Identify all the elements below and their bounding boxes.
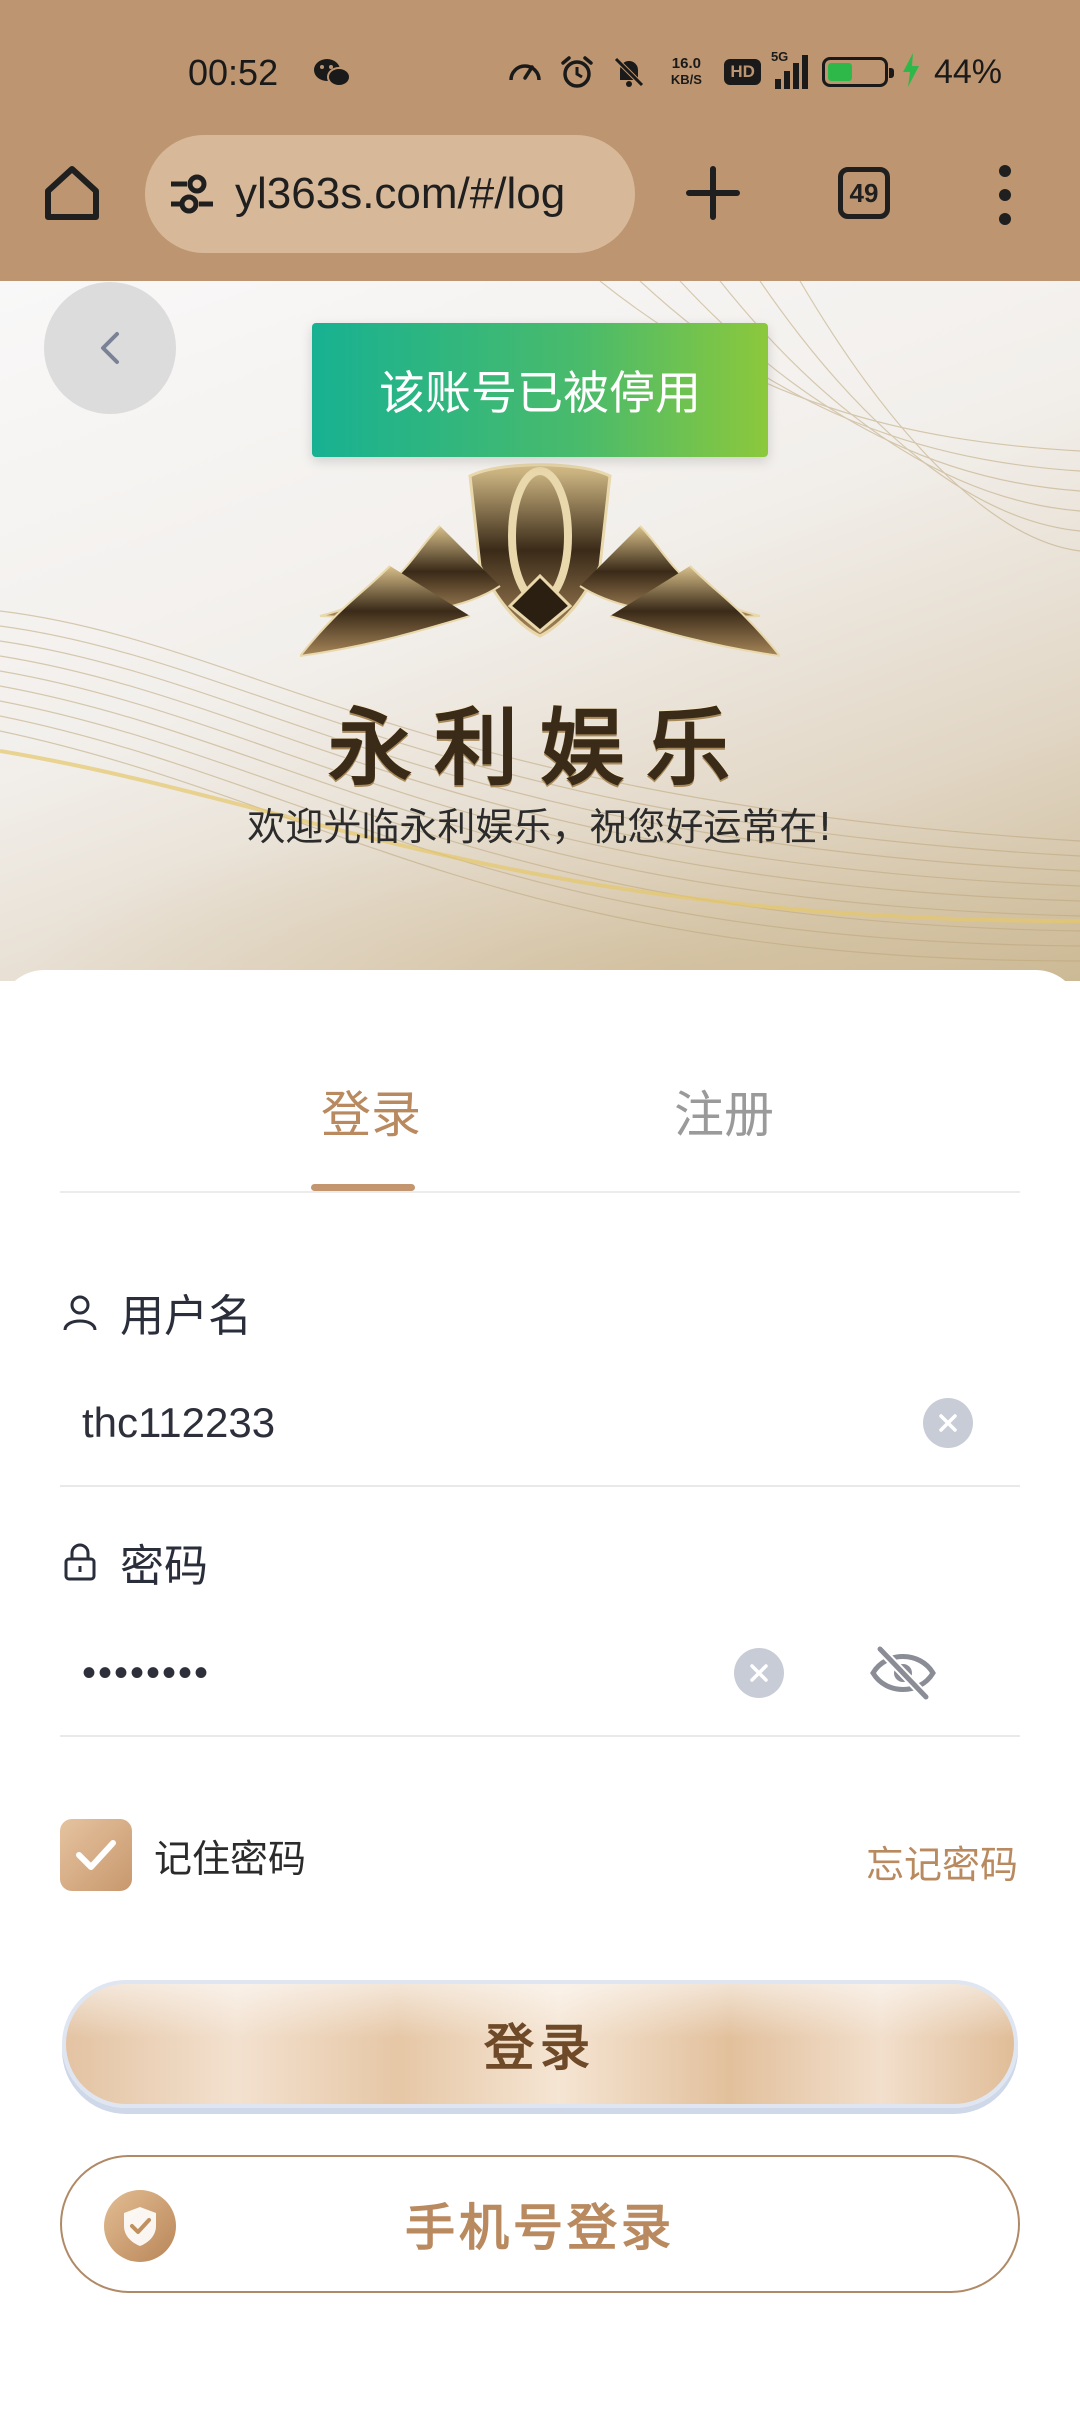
welcome-text: 欢迎光临永利娱乐，祝您好运常在!: [247, 805, 833, 849]
mute-bell-icon: [610, 53, 648, 91]
url-text[interactable]: yl363s.com/#/log: [235, 169, 565, 219]
signal-label: 5G: [770, 49, 789, 64]
tab-switcher-button[interactable]: 49: [838, 167, 890, 219]
tab-login[interactable]: 登录: [301, 1075, 441, 1147]
tab-register[interactable]: 注册: [654, 1075, 794, 1147]
wechat-icon: [312, 56, 352, 90]
remember-password-label[interactable]: 记住密码: [154, 1828, 306, 1883]
browser-chrome: 00:52 16.0 KB/S HD 5G 44% yl363s.com/#/l…: [0, 0, 1080, 281]
battery-percent: 44%: [933, 52, 1002, 91]
alarm-icon: [558, 53, 596, 91]
toggle-password-visibility-button[interactable]: [868, 1641, 938, 1705]
battery-fill: [827, 63, 852, 81]
password-label: 密码: [60, 1530, 208, 1594]
url-bar[interactable]: yl363s.com/#/log: [145, 135, 635, 253]
clear-password-button[interactable]: [734, 1648, 784, 1698]
battery-icon: [821, 57, 894, 87]
plus-icon: [686, 166, 740, 220]
eye-off-icon: [870, 1645, 936, 1701]
clear-username-button[interactable]: [923, 1398, 973, 1448]
toast-message: 该账号已被停用: [312, 323, 768, 457]
username-row: [60, 1367, 1020, 1487]
status-icons: 16.0 KB/S HD 5G 44%: [506, 49, 1002, 94]
browser-toolbar: yl363s.com/#/log 49: [0, 135, 1080, 255]
brand-logo-emblem: [300, 463, 780, 658]
speedometer-icon: [506, 53, 544, 91]
phone-login-label[interactable]: 手机号登录: [405, 2188, 675, 2260]
phone-login-button[interactable]: 手机号登录: [60, 2155, 1020, 2293]
clear-icon: [750, 1664, 768, 1682]
back-button[interactable]: [44, 282, 176, 414]
remember-password-checkbox[interactable]: [60, 1819, 132, 1891]
back-chevron-icon: [101, 332, 119, 364]
username-label: 用户名: [60, 1280, 252, 1344]
status-time: 00:52: [188, 52, 279, 93]
shield-check-icon: [104, 2190, 176, 2262]
new-tab-button[interactable]: [683, 163, 743, 223]
forgot-password-link[interactable]: 忘记密码: [866, 1834, 1018, 1889]
username-label-text: 用户名: [120, 1291, 252, 1342]
check-icon: [76, 1840, 116, 1870]
username-input[interactable]: [82, 1391, 702, 1455]
net-speed-value: 16.0: [671, 55, 701, 72]
lock-icon: [64, 1543, 96, 1581]
password-input[interactable]: [82, 1641, 702, 1705]
more-vert-icon[interactable]: [992, 165, 1018, 225]
tune-icon[interactable]: [167, 169, 217, 219]
charging-icon: [902, 52, 920, 92]
home-icon: [45, 166, 99, 220]
brand-name: 永利娱乐: [327, 698, 752, 797]
user-icon: [63, 1295, 97, 1331]
net-speed: 16.0 KB/S: [662, 56, 710, 88]
hd-badge: HD: [724, 59, 761, 85]
remember-password[interactable]: 记住密码: [60, 1819, 306, 1891]
active-tab-indicator: [311, 1184, 415, 1191]
auth-tabs: 登录 注册: [60, 970, 1020, 1193]
home-button[interactable]: [40, 161, 104, 225]
password-label-text: 密码: [120, 1541, 208, 1592]
clear-icon: [939, 1414, 957, 1432]
net-speed-unit: KB/S: [670, 72, 702, 87]
login-button[interactable]: 登录: [62, 1980, 1018, 2108]
status-bar: 00:52 16.0 KB/S HD 5G 44%: [0, 0, 1080, 145]
password-row: [60, 1617, 1020, 1737]
signal-icon: 5G: [771, 49, 808, 89]
